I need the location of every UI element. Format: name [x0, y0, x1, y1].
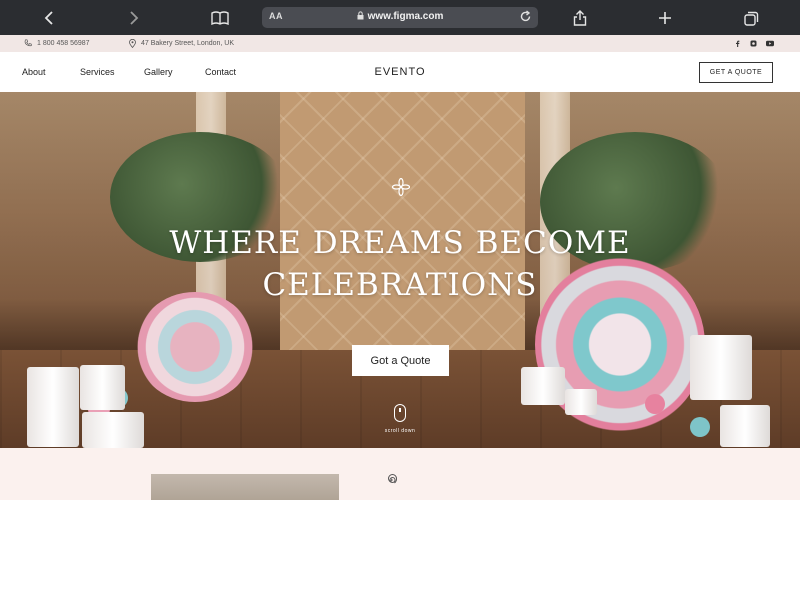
pedestal: [565, 389, 597, 415]
swirl-icon: [388, 474, 397, 484]
phone-icon: [24, 39, 32, 47]
flower-logo-icon: [392, 178, 410, 196]
instagram-icon[interactable]: [750, 40, 757, 47]
pedestal: [690, 335, 752, 400]
social-links: [734, 40, 774, 47]
share-icon[interactable]: [569, 7, 591, 29]
page-blank-area: [0, 500, 800, 600]
bookmarks-icon[interactable]: [209, 7, 231, 29]
scroll-down-label: scroll down: [384, 428, 416, 434]
forward-icon[interactable]: [123, 7, 145, 29]
hero-section: WHERE DREAMS BECOME CELEBRATIONS Got a Q…: [0, 92, 800, 448]
phone-number: 1 800 458 56987: [37, 39, 90, 47]
reload-icon[interactable]: [519, 10, 532, 23]
hero-quote-button[interactable]: Got a Quote: [352, 345, 449, 376]
main-navigation: About Services Gallery Contact EVENTO GE…: [0, 52, 800, 92]
pedestal: [27, 367, 79, 447]
hero-title-line-1: WHERE DREAMS BECOME: [169, 225, 631, 261]
url-text: www.figma.com: [262, 11, 538, 22]
brand-logo[interactable]: EVENTO: [0, 66, 800, 78]
pedestal: [80, 365, 125, 410]
balloon-arch-left: [135, 292, 255, 402]
phone-info[interactable]: 1 800 458 56987: [24, 39, 90, 47]
about-photo: [151, 474, 339, 500]
tabs-overview-icon[interactable]: [740, 7, 762, 29]
mouse-scroll-icon[interactable]: [394, 404, 406, 422]
pedestal: [720, 405, 770, 447]
get-quote-button[interactable]: GET A QUOTE: [699, 62, 773, 83]
address-bar[interactable]: AA www.figma.com: [262, 7, 538, 28]
browser-toolbar: AA www.figma.com: [0, 0, 800, 35]
new-tab-icon[interactable]: [654, 7, 676, 29]
contact-info-bar: 1 800 458 56987 47 Bakery Street, London…: [0, 35, 800, 52]
about-section: [0, 448, 800, 500]
back-icon[interactable]: [38, 7, 60, 29]
address-info: 47 Bakery Street, London, UK: [129, 39, 234, 48]
lock-icon: [357, 11, 364, 20]
address-text: 47 Bakery Street, London, UK: [141, 40, 234, 47]
pedestal: [521, 367, 565, 405]
youtube-icon[interactable]: [766, 40, 774, 47]
facebook-icon[interactable]: [734, 40, 741, 47]
balloon: [645, 394, 665, 414]
url-value: www.figma.com: [367, 11, 444, 22]
hero-title-line-2: CELEBRATIONS: [262, 267, 538, 303]
location-pin-icon: [129, 39, 136, 48]
balloon: [690, 417, 710, 437]
hero-title: WHERE DREAMS BECOME CELEBRATIONS: [0, 222, 800, 306]
